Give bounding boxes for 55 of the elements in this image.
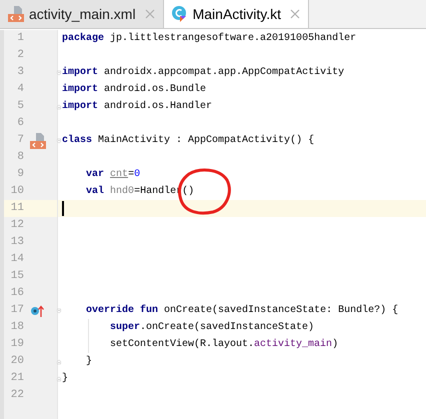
keyword-text: import	[62, 100, 98, 114]
line-number: 18	[10, 320, 24, 336]
line-number: 9	[16, 167, 24, 182]
line-number: 12	[10, 218, 24, 234]
code-text: .onCreate(savedInstanceState)	[140, 320, 314, 335]
line-number: 21	[10, 371, 24, 386]
code-text: =	[128, 168, 134, 182]
code-text: onCreate(savedInstanceState: Bundle?) {	[164, 304, 398, 318]
line-number: 13	[10, 235, 24, 250]
line-number: 22	[10, 388, 24, 404]
code-text: }	[62, 372, 68, 386]
close-icon[interactable]	[144, 9, 155, 19]
line-number: 2	[16, 48, 24, 64]
line-number: 16	[10, 286, 24, 302]
keyword-text: super	[110, 321, 140, 335]
line-number: 20	[10, 354, 24, 370]
line-number: 19	[10, 337, 24, 352]
field-name: activity_main	[254, 338, 332, 352]
line-number: 14	[10, 252, 24, 268]
line-number: 8	[16, 150, 24, 166]
keyword-text: import	[62, 82, 98, 97]
code-text: androidx.appcompat.app.AppCompatActivity	[104, 66, 344, 80]
code-text: setContentView(R.layout.	[110, 338, 254, 352]
code-text: }	[86, 354, 92, 369]
code-text: )	[332, 338, 338, 352]
override-method-icon	[30, 304, 44, 316]
xml-file-icon	[8, 6, 24, 22]
line-number: 15	[10, 269, 24, 284]
line-number: 7	[16, 133, 24, 148]
code-text: MainActivity : AppCompatActivity() {	[98, 134, 314, 148]
keyword-text: import	[62, 66, 98, 80]
close-icon[interactable]	[290, 9, 300, 19]
keyword-text: val	[86, 184, 104, 199]
variable-name: cnt	[110, 168, 128, 182]
keyword-text: package	[62, 32, 104, 46]
editor-tab[interactable]: MainActivity.kt	[164, 0, 310, 28]
keyword-text: class	[62, 134, 92, 148]
code-text: android.os.Bundle	[104, 82, 206, 97]
line-number: 1	[16, 31, 24, 46]
line-number: 3	[16, 65, 24, 80]
kotlin-class-icon	[172, 6, 188, 22]
line-number: 6	[16, 116, 24, 132]
line-number: 4	[16, 82, 24, 98]
variable-name: hnd0	[110, 184, 134, 199]
keyword-text: override fun	[86, 304, 158, 318]
code-text: jp.littlestrangesoftware.a20191005handler	[110, 32, 356, 46]
line-number: 10	[10, 184, 24, 200]
code-text: android.os.Handler	[104, 100, 212, 114]
line-number: 17	[10, 303, 24, 318]
keyword-text: var	[86, 168, 104, 182]
line-number: 11	[10, 201, 24, 216]
editor-tab[interactable]: activity_main.xml	[0, 0, 164, 28]
number-literal: 0	[134, 168, 140, 182]
xml-file-icon	[30, 132, 46, 148]
line-number: 5	[16, 99, 24, 114]
